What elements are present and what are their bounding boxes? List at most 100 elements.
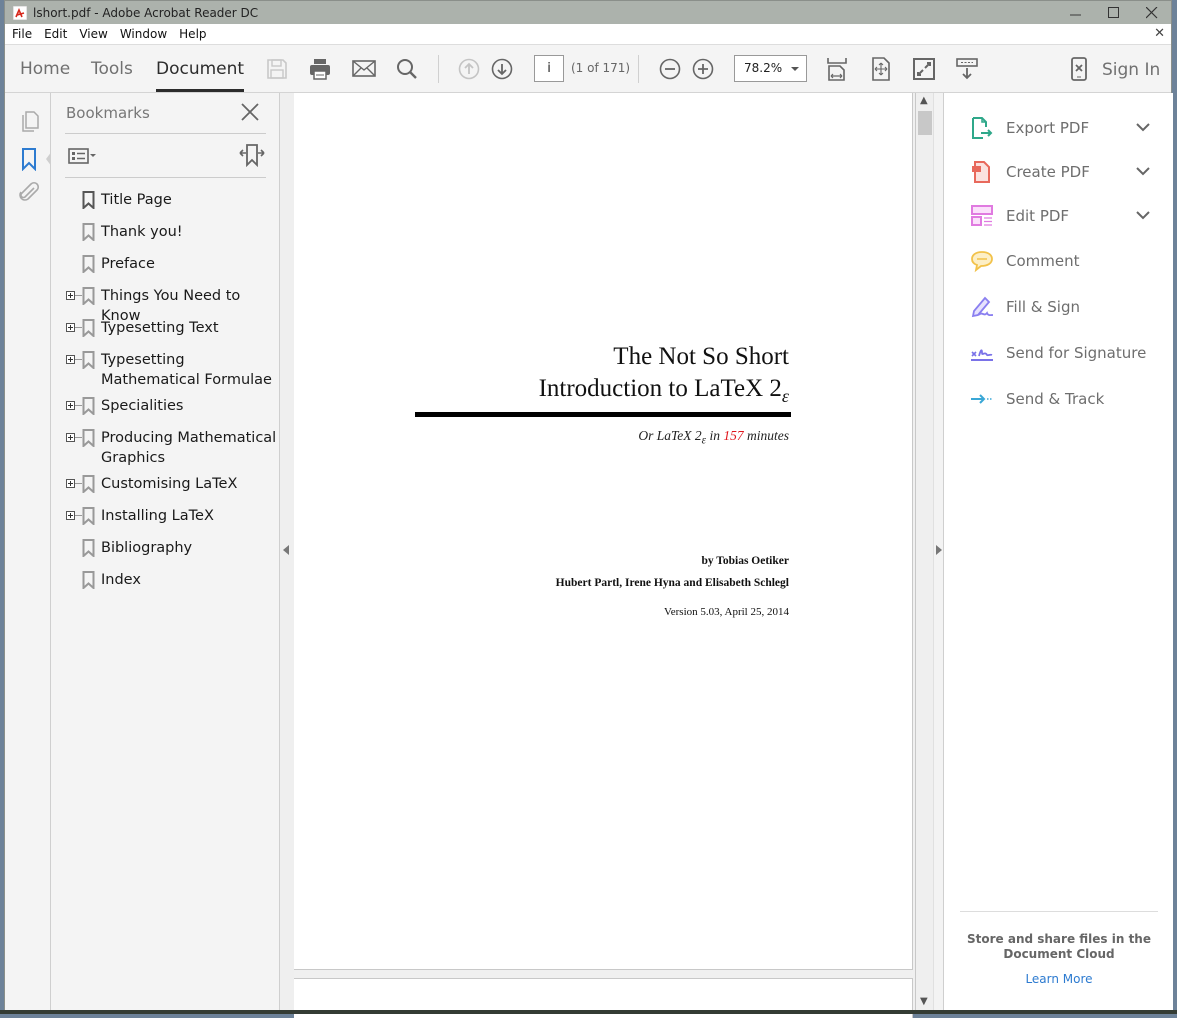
tab-tools[interactable]: Tools	[91, 59, 133, 79]
next-page-icon	[491, 58, 513, 80]
expand-icon[interactable]	[66, 323, 75, 332]
search-button[interactable]	[394, 56, 420, 82]
print-button[interactable]	[307, 56, 333, 82]
menu-edit[interactable]: Edit	[44, 27, 67, 41]
send-track-icon	[971, 394, 993, 404]
menu-help[interactable]: Help	[179, 27, 206, 41]
attachments-icon[interactable]	[17, 181, 41, 205]
scroll-thumb[interactable]	[918, 111, 932, 135]
read-mode-icon	[956, 58, 978, 80]
zoom-in-icon	[692, 58, 714, 80]
left-panel-splitter[interactable]	[280, 93, 294, 1011]
fit-width-button[interactable]	[824, 56, 850, 82]
tree-connector	[75, 405, 82, 406]
vertical-scrollbar[interactable]: ▲ ▼	[915, 93, 933, 1011]
epsilon: ε	[781, 386, 789, 406]
bookmark-label: Bibliography	[101, 540, 193, 556]
email-button[interactable]	[351, 56, 377, 82]
previous-page-icon	[458, 58, 480, 80]
page-number-input[interactable]: i	[534, 55, 564, 82]
tool-comment[interactable]: Comment	[970, 249, 1170, 275]
bookmark-icon	[82, 255, 95, 273]
title-rule	[415, 412, 791, 417]
expand-icon[interactable]	[66, 291, 75, 300]
bookmark-label: Preface	[101, 256, 155, 272]
next-page-button[interactable]	[489, 56, 515, 82]
learn-more-link[interactable]: Learn More	[960, 972, 1158, 986]
zoom-out-button[interactable]	[657, 56, 683, 82]
expand-bookmark-icon[interactable]	[239, 143, 265, 167]
tool-fill-sign[interactable]: Fill & Sign	[970, 295, 1170, 321]
previous-page-button[interactable]	[456, 56, 482, 82]
bookmark-label: Typesetting Text	[101, 320, 219, 336]
tool-send-for-signature[interactable]: Send for Signature	[970, 341, 1170, 367]
tree-connector	[75, 359, 82, 360]
bookmark-icon	[82, 191, 95, 209]
mobile-link-icon	[1071, 57, 1087, 81]
fill-sign-icon	[971, 296, 994, 318]
bookmark-icon	[82, 287, 95, 305]
close-panel-icon[interactable]	[240, 102, 260, 122]
scroll-up-icon[interactable]: ▲	[920, 95, 928, 106]
document-view[interactable]: The Not So Short Introduction to LaTeX 2…	[294, 93, 915, 1018]
bookmark-label: Thank you!	[101, 224, 183, 240]
pdf-page: The Not So Short Introduction to LaTeX 2…	[294, 93, 913, 970]
print-icon	[310, 59, 330, 80]
tab-home[interactable]: Home	[20, 59, 70, 79]
bookmark-label: Producing Mathematical Graphics	[101, 430, 277, 466]
bookmark-label: Installing LaTeX	[101, 508, 214, 524]
acrobat-app-icon	[13, 5, 27, 20]
author-line: by Tobias Oetiker	[701, 555, 789, 567]
expand-icon[interactable]	[66, 355, 75, 364]
latex-logo: LaTeX	[694, 375, 764, 402]
zoom-level-select[interactable]: 78.2%	[734, 55, 807, 82]
acrobat-window: lshort.pdf - Adobe Acrobat Reader DC Fil…	[4, 0, 1173, 1018]
send-signature-icon	[971, 349, 993, 361]
menu-window[interactable]: Window	[120, 27, 167, 41]
close-document-icon[interactable]: ✕	[1154, 26, 1165, 41]
bookmark-options-icon[interactable]	[68, 147, 98, 165]
bookmarks-icon[interactable]	[17, 147, 41, 171]
window-close-button[interactable]	[1135, 1, 1169, 24]
chevron-down-icon[interactable]	[1136, 122, 1150, 132]
sign-in-button[interactable]: Sign In	[1102, 60, 1160, 80]
subtitle-latex: LaTeX	[656, 428, 692, 443]
cloud-message: Store and share files in the Document Cl…	[966, 932, 1151, 961]
expand-icon[interactable]	[66, 511, 75, 520]
collapse-left-icon[interactable]	[283, 545, 289, 555]
tab-document[interactable]: Document	[156, 59, 245, 92]
tool-send-track[interactable]: Send & Track	[970, 387, 1170, 413]
tool-edit-pdf[interactable]: Edit PDF	[970, 204, 1170, 230]
fit-page-button[interactable]	[868, 56, 894, 82]
full-screen-button[interactable]	[911, 56, 937, 82]
chevron-down-icon[interactable]	[1136, 166, 1150, 176]
expand-icon[interactable]	[66, 433, 75, 442]
tool-create-pdf[interactable]: Create PDF	[970, 160, 1170, 186]
page-thumbnails-icon[interactable]	[17, 109, 41, 133]
bookmark-icon	[82, 539, 95, 557]
bookmark-icon	[82, 319, 95, 337]
mobile-link-button[interactable]	[1066, 56, 1092, 82]
expand-icon[interactable]	[66, 401, 75, 410]
save-button[interactable]	[264, 56, 290, 82]
scroll-down-icon[interactable]: ▼	[920, 996, 928, 1007]
collapse-right-icon[interactable]	[936, 545, 942, 555]
menu-file[interactable]: File	[12, 27, 32, 41]
tool-label: Comment	[1006, 252, 1080, 270]
edit-pdf-icon	[971, 205, 993, 226]
menu-view[interactable]: View	[79, 27, 107, 41]
read-mode-button[interactable]	[954, 56, 980, 82]
tool-label: Edit PDF	[1006, 207, 1070, 225]
chevron-down-icon[interactable]	[1136, 210, 1150, 220]
expand-icon[interactable]	[66, 479, 75, 488]
bookmark-icon	[82, 223, 95, 241]
right-panel-splitter[interactable]	[933, 93, 943, 1011]
maximize-button[interactable]	[1097, 1, 1131, 24]
minimize-button[interactable]	[1059, 1, 1093, 24]
minimize-icon	[1070, 13, 1081, 16]
chevron-down-icon	[791, 67, 799, 71]
doc-title-line2: Introduction to LaTeX 2ε	[539, 375, 789, 407]
zoom-in-button[interactable]	[690, 56, 716, 82]
bookmark-label: Index	[101, 572, 141, 588]
tool-export-pdf[interactable]: Export PDF	[970, 116, 1170, 142]
